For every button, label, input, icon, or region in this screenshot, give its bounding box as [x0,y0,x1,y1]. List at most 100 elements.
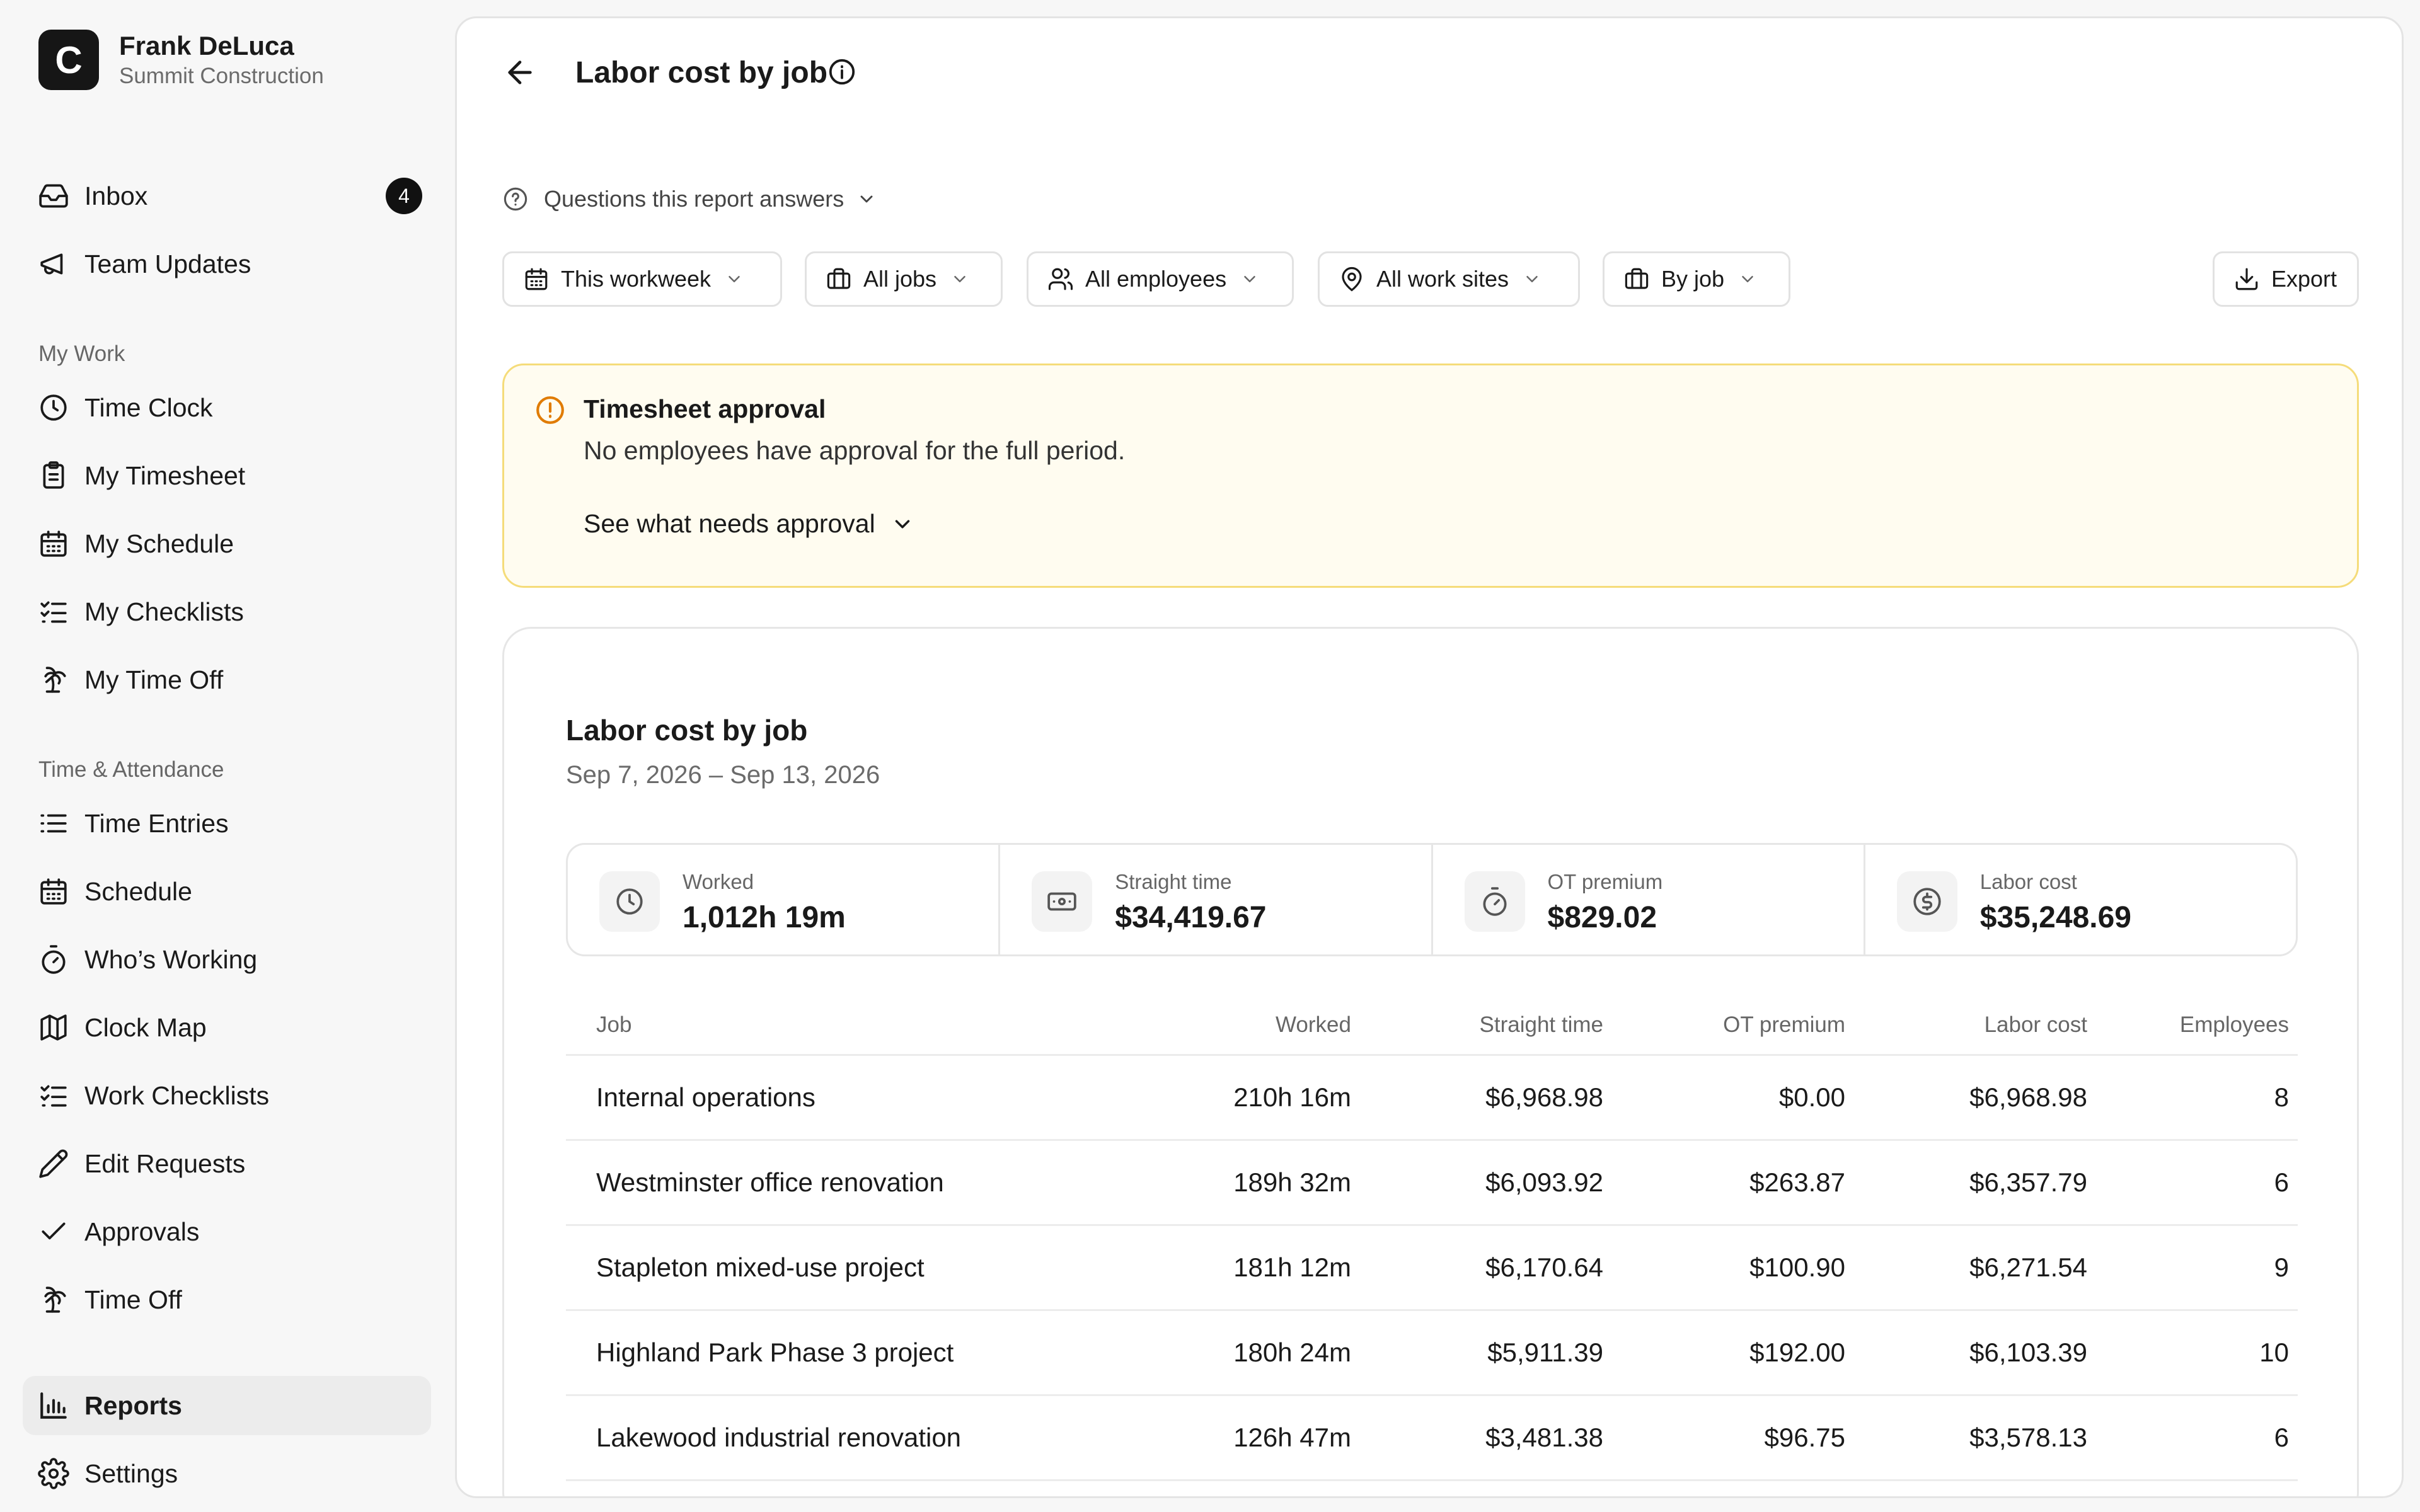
cell-job: Westminster office renovation [566,1140,1127,1226]
column-header-employees[interactable]: Employees [2096,997,2298,1056]
jobs-filter[interactable]: All jobs [805,251,1003,307]
sidebar-item-my-schedule[interactable]: My Schedule [23,514,431,573]
table-row[interactable]: Lakewood industrial renovation 126h 47m … [566,1395,2298,1481]
cell-worked: 210h 16m [1127,1055,1360,1141]
sidebar-item-team-updates[interactable]: Team Updates [23,234,431,294]
company-logo: C [38,30,99,90]
questions-toggle[interactable]: Questions this report answers [502,186,877,212]
sidebar-item-approvals[interactable]: Approvals [23,1202,431,1261]
group-by-filter[interactable]: By job [1603,251,1790,307]
employees-filter-label: All employees [1085,266,1227,292]
sidebar-item-whos-working[interactable]: Who’s Working [23,930,431,989]
sidebar-item-label: Time Entries [84,808,229,838]
help-circle-icon [504,187,527,211]
sidebar-item-label: My Time Off [84,665,224,694]
back-arrow-icon[interactable] [502,55,538,90]
period-filter[interactable]: This workweek [502,251,782,307]
sidebar-item-label: Settings [84,1458,178,1488]
dollar-circle-icon [1913,888,1941,915]
sidebar-item-label: Work Checklists [84,1080,270,1110]
main-panel: Labor cost by job Questions this report … [455,16,2404,1498]
timesheet-approval-alert: Timesheet approval No employees have app… [502,364,2359,588]
column-header-ot-premium[interactable]: OT premium [1612,997,1854,1056]
sidebar-item-my-time-off[interactable]: My Time Off [23,650,431,709]
clipboard-icon [43,461,64,489]
gear-icon [38,1458,69,1489]
sidebar-item-label: Time Clock [84,392,213,422]
group-by-filter-label: By job [1661,266,1725,292]
sidebar-item-label: Approvals [84,1217,200,1246]
cell-straight-time: $6,968.98 [1360,1055,1612,1141]
sidebar-item-label: My Schedule [84,529,234,558]
chevron-down-icon [1742,276,1753,282]
sidebar-item-time-off[interactable]: Time Off [23,1270,431,1329]
cell-ot-premium: $192.00 [1612,1310,1854,1396]
sidebar-item-my-timesheet[interactable]: My Timesheet [23,446,431,505]
sidebar-item-my-checklists[interactable]: My Checklists [23,582,431,641]
cell-labor-cost: $3,578.13 [1854,1395,2096,1481]
pencil-icon [39,1149,68,1178]
cell-labor-cost: $6,271.54 [1854,1225,2096,1311]
sidebar-item-time-clock[interactable]: Time Clock [23,378,431,437]
work-sites-filter-label: All work sites [1376,266,1509,292]
account-switcher[interactable]: C Frank DeLuca Summit Construction [38,30,324,90]
nav-section-my-work: My Work [38,341,125,366]
kpi-value: $34,419.67 [1115,901,1267,934]
palm-tree-icon [44,667,66,693]
checklist-icon [40,1085,67,1107]
clock-icon [616,888,643,915]
employees-filter[interactable]: All employees [1027,251,1294,307]
table-row[interactable]: Internal operations 210h 16m $6,968.98 $… [566,1055,2298,1141]
table-row[interactable]: Westminster office renovation 189h 32m $… [566,1140,2298,1226]
kpi-summary: Worked 1,012h 19m Straight time $34,419.… [566,843,2298,956]
sidebar-item-label: Time Off [84,1285,182,1314]
table-header-row: Job Worked Straight time OT premium Labo… [566,997,2298,1056]
nav-section-time-attendance: Time & Attendance [38,757,224,782]
chevron-down-icon [860,195,873,203]
sidebar-item-label: My Checklists [84,597,244,626]
sidebar-item-settings[interactable]: Settings [23,1444,431,1503]
calendar-icon [40,530,67,557]
page-title: Labor cost by job [575,56,828,89]
cell-worked: 126h 47m [1127,1395,1360,1481]
sidebar-item-work-checklists[interactable]: Work Checklists [23,1066,431,1125]
cell-straight-time: $6,170.64 [1360,1225,1612,1311]
sidebar-item-inbox[interactable]: Inbox 4 [23,166,431,226]
kpi-labor-cost: Labor cost $35,248.69 [1865,845,2296,954]
sidebar-item-label: Who’s Working [84,944,258,974]
kpi-label: Straight time [1115,870,1232,893]
cell-ot-premium: $0.00 [1612,1055,1854,1141]
cell-employees: 6 [2096,1140,2298,1226]
cell-employees: 9 [2096,1225,2298,1311]
cell-ot-premium: $100.90 [1612,1225,1854,1311]
see-approval-toggle[interactable]: See what needs approval [584,509,914,539]
chevron-down-icon [1244,276,1255,282]
period-filter-label: This workweek [561,266,712,292]
cell-worked: 189h 32m [1127,1140,1360,1226]
sidebar-item-label: Team Updates [84,249,251,278]
list-icon [40,814,67,833]
sidebar-item-schedule[interactable]: Schedule [23,862,431,921]
table-row[interactable]: Stapleton mixed-use project 181h 12m $6,… [566,1225,2298,1311]
banknote-icon [1047,892,1076,911]
sidebar-item-clock-map[interactable]: Clock Map [23,998,431,1057]
export-button[interactable]: Export [2213,251,2359,307]
cell-job: Internal operations [566,1055,1127,1141]
briefcase-icon [1625,268,1649,289]
work-sites-filter[interactable]: All work sites [1318,251,1580,307]
table-row[interactable]: Highland Park Phase 3 project 180h 24m $… [566,1310,2298,1396]
column-header-labor-cost[interactable]: Labor cost [1854,997,2096,1056]
column-header-worked[interactable]: Worked [1127,997,1360,1056]
sidebar-item-label: Reports [84,1390,182,1420]
clock-icon [40,394,67,421]
column-header-straight-time[interactable]: Straight time [1360,997,1612,1056]
jobs-filter-label: All jobs [863,266,937,292]
alert-title: Timesheet approval [584,394,826,423]
column-header-job[interactable]: Job [566,997,1127,1056]
sidebar-item-edit-requests[interactable]: Edit Requests [23,1134,431,1193]
sidebar-item-reports[interactable]: Reports [23,1376,431,1435]
see-approval-label: See what needs approval [584,509,875,538]
info-icon[interactable] [827,57,856,86]
kpi-value: $35,248.69 [1979,901,2131,934]
sidebar-item-time-entries[interactable]: Time Entries [23,794,431,853]
